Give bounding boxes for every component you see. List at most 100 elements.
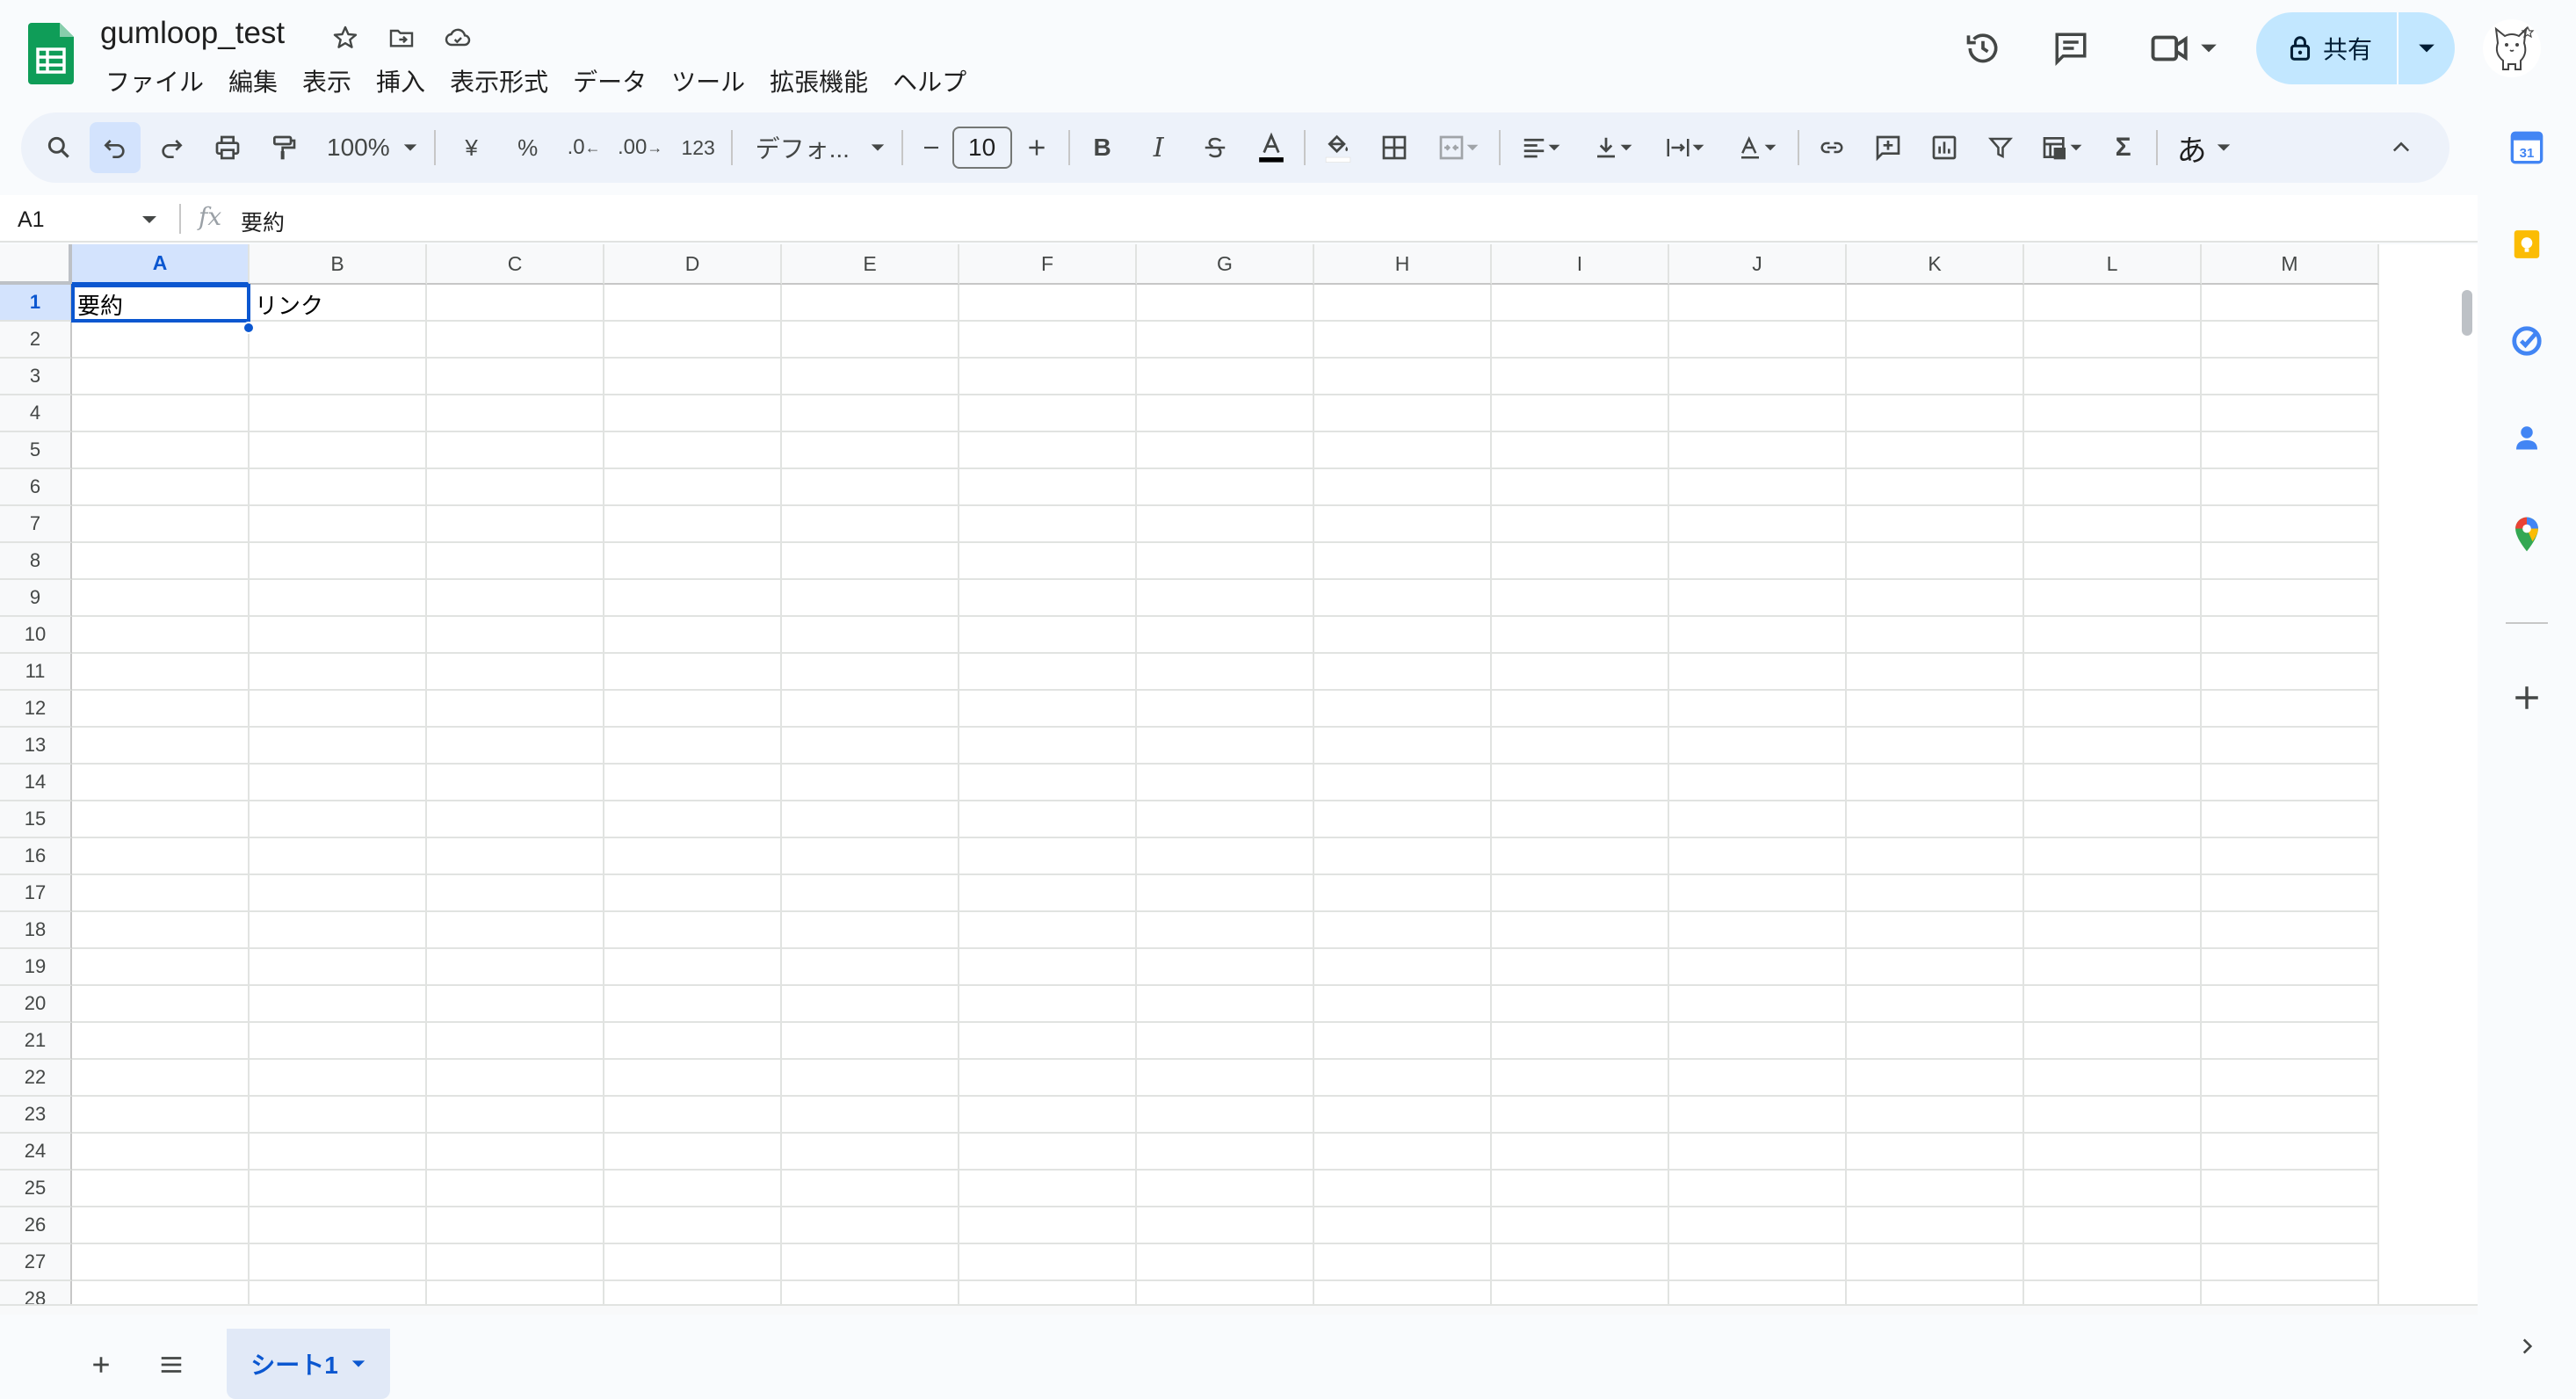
- cell-j2[interactable]: [1669, 322, 1847, 359]
- row-header-10[interactable]: 10: [0, 617, 72, 654]
- cell-m9[interactable]: [2202, 580, 2379, 617]
- cell-c4[interactable]: [427, 395, 604, 432]
- cell-l2[interactable]: [2024, 322, 2202, 359]
- cell-j8[interactable]: [1669, 543, 1847, 580]
- cell-i13[interactable]: [1492, 728, 1669, 765]
- menu-view[interactable]: 表示: [290, 60, 364, 102]
- cell-h16[interactable]: [1314, 838, 1492, 875]
- cell-l6[interactable]: [2024, 469, 2202, 506]
- cell-a9[interactable]: [72, 580, 250, 617]
- cell-k21[interactable]: [1847, 1023, 2024, 1060]
- cell-g9[interactable]: [1137, 580, 1314, 617]
- input-tools-button[interactable]: あ: [2165, 122, 2244, 173]
- cell-k12[interactable]: [1847, 691, 2024, 728]
- cell-i17[interactable]: [1492, 875, 1669, 912]
- cell-i24[interactable]: [1492, 1134, 1669, 1171]
- cell-f21[interactable]: [959, 1023, 1137, 1060]
- cell-a26[interactable]: [72, 1207, 250, 1244]
- cell-c26[interactable]: [427, 1207, 604, 1244]
- zoom-dropdown[interactable]: 100%: [318, 122, 427, 173]
- cell-b8[interactable]: [250, 543, 427, 580]
- cell-h25[interactable]: [1314, 1171, 1492, 1207]
- cell-m15[interactable]: [2202, 801, 2379, 838]
- cell-c1[interactable]: [427, 285, 604, 322]
- cell-m21[interactable]: [2202, 1023, 2379, 1060]
- column-header-d[interactable]: D: [604, 244, 782, 285]
- font-dropdown[interactable]: デフォ...: [740, 122, 894, 173]
- cell-e5[interactable]: [782, 432, 959, 469]
- row-header-20[interactable]: 20: [0, 986, 72, 1023]
- horizontal-align-icon[interactable]: [1508, 122, 1574, 173]
- cell-b10[interactable]: [250, 617, 427, 654]
- column-header-e[interactable]: E: [782, 244, 959, 285]
- cell-f26[interactable]: [959, 1207, 1137, 1244]
- cell-j23[interactable]: [1669, 1097, 1847, 1134]
- cell-k11[interactable]: [1847, 654, 2024, 691]
- cell-f10[interactable]: [959, 617, 1137, 654]
- cell-e11[interactable]: [782, 654, 959, 691]
- cell-h12[interactable]: [1314, 691, 1492, 728]
- cell-l1[interactable]: [2024, 285, 2202, 322]
- cell-c11[interactable]: [427, 654, 604, 691]
- cell-i9[interactable]: [1492, 580, 1669, 617]
- insert-comment-icon[interactable]: [1863, 122, 1914, 173]
- cell-k10[interactable]: [1847, 617, 2024, 654]
- cell-a13[interactable]: [72, 728, 250, 765]
- cell-h3[interactable]: [1314, 359, 1492, 395]
- cell-e6[interactable]: [782, 469, 959, 506]
- cell-d5[interactable]: [604, 432, 782, 469]
- cell-c13[interactable]: [427, 728, 604, 765]
- row-header-21[interactable]: 21: [0, 1023, 72, 1060]
- cell-a27[interactable]: [72, 1244, 250, 1281]
- cell-i19[interactable]: [1492, 949, 1669, 986]
- cell-m10[interactable]: [2202, 617, 2379, 654]
- cell-a7[interactable]: [72, 506, 250, 543]
- expand-side-panel-icon[interactable]: [2507, 1327, 2546, 1366]
- cell-m7[interactable]: [2202, 506, 2379, 543]
- cell-f20[interactable]: [959, 986, 1137, 1023]
- cell-a3[interactable]: [72, 359, 250, 395]
- cell-d20[interactable]: [604, 986, 782, 1023]
- keep-icon[interactable]: [2507, 225, 2546, 264]
- increase-decimal-button[interactable]: .00 →: [615, 122, 666, 173]
- cell-a12[interactable]: [72, 691, 250, 728]
- cell-l4[interactable]: [2024, 395, 2202, 432]
- merge-cells-icon[interactable]: [1425, 122, 1492, 173]
- cell-j3[interactable]: [1669, 359, 1847, 395]
- cell-i2[interactable]: [1492, 322, 1669, 359]
- cell-i21[interactable]: [1492, 1023, 1669, 1060]
- cell-c7[interactable]: [427, 506, 604, 543]
- cell-k7[interactable]: [1847, 506, 2024, 543]
- cell-l3[interactable]: [2024, 359, 2202, 395]
- cell-h18[interactable]: [1314, 912, 1492, 949]
- cell-g3[interactable]: [1137, 359, 1314, 395]
- filter-views-icon[interactable]: [2031, 122, 2093, 173]
- cell-a8[interactable]: [72, 543, 250, 580]
- cell-c5[interactable]: [427, 432, 604, 469]
- cell-b27[interactable]: [250, 1244, 427, 1281]
- cell-g14[interactable]: [1137, 765, 1314, 801]
- document-title[interactable]: gumloop_test: [100, 16, 285, 51]
- cell-c8[interactable]: [427, 543, 604, 580]
- cell-f18[interactable]: [959, 912, 1137, 949]
- cell-h1[interactable]: [1314, 285, 1492, 322]
- cell-j16[interactable]: [1669, 838, 1847, 875]
- cell-i16[interactable]: [1492, 838, 1669, 875]
- row-header-19[interactable]: 19: [0, 949, 72, 986]
- cell-h21[interactable]: [1314, 1023, 1492, 1060]
- cell-e7[interactable]: [782, 506, 959, 543]
- cell-c16[interactable]: [427, 838, 604, 875]
- cell-b4[interactable]: [250, 395, 427, 432]
- all-sheets-button[interactable]: [149, 1343, 193, 1387]
- cell-j4[interactable]: [1669, 395, 1847, 432]
- cell-k25[interactable]: [1847, 1171, 2024, 1207]
- cell-f5[interactable]: [959, 432, 1137, 469]
- cell-j5[interactable]: [1669, 432, 1847, 469]
- cell-g27[interactable]: [1137, 1244, 1314, 1281]
- cell-e9[interactable]: [782, 580, 959, 617]
- cell-k26[interactable]: [1847, 1207, 2024, 1244]
- cell-h7[interactable]: [1314, 506, 1492, 543]
- column-header-b[interactable]: B: [250, 244, 427, 285]
- tasks-icon[interactable]: [2507, 322, 2546, 360]
- cell-c21[interactable]: [427, 1023, 604, 1060]
